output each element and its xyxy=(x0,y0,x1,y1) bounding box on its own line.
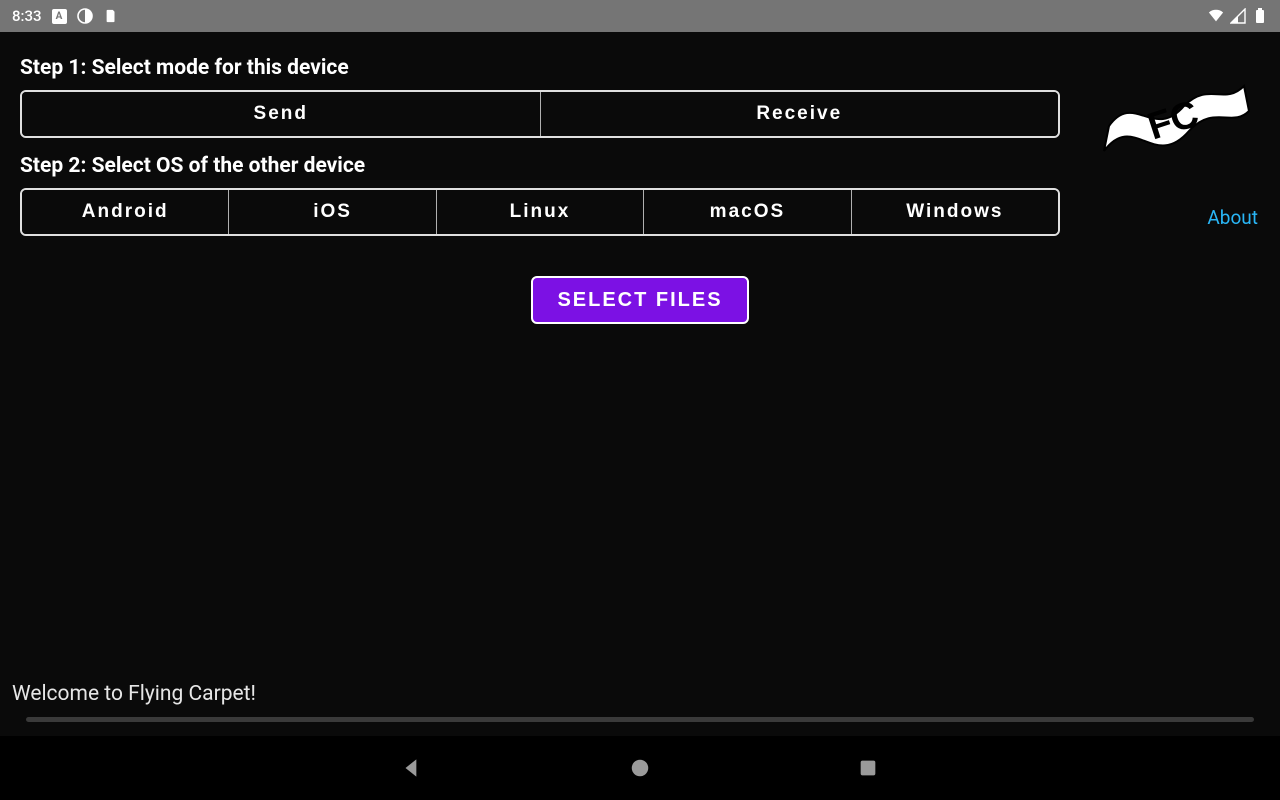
sd-card-icon xyxy=(103,8,119,24)
os-option-windows[interactable]: Windows xyxy=(852,190,1058,234)
keyboard-indicator-icon: A xyxy=(52,9,67,24)
nav-home-button[interactable] xyxy=(626,754,654,782)
cell-signal-icon xyxy=(1230,8,1246,24)
battery-icon xyxy=(1252,8,1268,24)
step1-label: Step 1: Select mode for this device xyxy=(20,56,1060,80)
mode-option-send[interactable]: Send xyxy=(22,92,541,136)
select-files-button[interactable]: SELECT FILES xyxy=(531,276,748,324)
status-time: 8:33 xyxy=(12,7,42,25)
os-option-linux[interactable]: Linux xyxy=(437,190,644,234)
app-content: Step 1: Select mode for this device Send… xyxy=(0,32,1280,736)
step2-label: Step 2: Select OS of the other device xyxy=(20,154,1060,178)
nav-recents-button[interactable] xyxy=(854,754,882,782)
mode-segmented-control: Send Receive xyxy=(20,90,1060,138)
os-option-android[interactable]: Android xyxy=(22,190,229,234)
os-segmented-control: Android iOS Linux macOS Windows xyxy=(20,188,1060,236)
welcome-message: Welcome to Flying Carpet! xyxy=(12,682,256,706)
nav-back-button[interactable] xyxy=(398,754,426,782)
status-left: 8:33 A xyxy=(12,7,119,25)
os-option-ios[interactable]: iOS xyxy=(229,190,436,234)
flying-carpet-logo-icon: FC xyxy=(1094,56,1254,196)
android-nav-bar xyxy=(0,736,1280,800)
wifi-icon xyxy=(1208,8,1224,24)
main-controls: Step 1: Select mode for this device Send… xyxy=(12,50,1068,236)
transfer-progress-bar xyxy=(26,717,1254,722)
contrast-icon xyxy=(77,8,93,24)
os-option-macos[interactable]: macOS xyxy=(644,190,851,234)
app-logo-pane: FC About xyxy=(1084,50,1264,229)
mode-option-receive[interactable]: Receive xyxy=(541,92,1059,136)
status-right xyxy=(1208,8,1268,24)
about-link[interactable]: About xyxy=(1207,206,1258,229)
android-status-bar: 8:33 A xyxy=(0,0,1280,32)
